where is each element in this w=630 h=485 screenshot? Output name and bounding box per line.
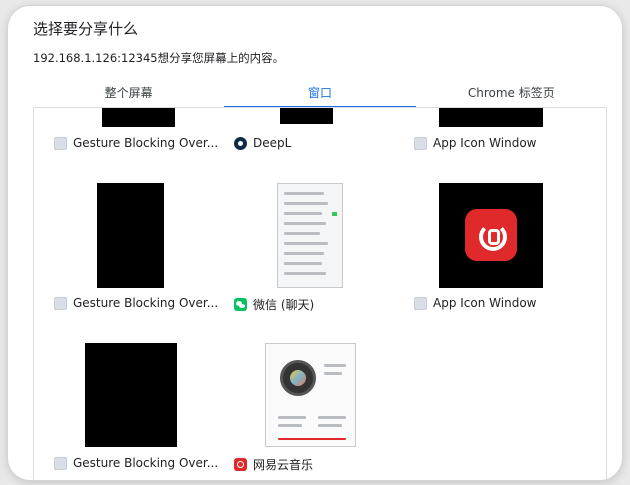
wechat-icon (234, 298, 247, 311)
placeholder-icon (414, 136, 427, 150)
window-item[interactable]: Gesture Blocking Over... (54, 456, 218, 470)
window-thumbnail[interactable] (277, 183, 343, 288)
window-thumbnail[interactable] (439, 108, 543, 127)
window-grid: Gesture Blocking Over... DeepL App Icon … (33, 107, 607, 480)
window-item[interactable]: App Icon Window (414, 136, 536, 150)
window-thumbnail[interactable] (102, 108, 175, 127)
share-picker-dialog: 选择要分享什么 192.168.1.126:12345想分享您屏幕上的内容。 整… (8, 6, 622, 480)
placeholder-icon (54, 456, 67, 470)
window-item-label: Gesture Blocking Over... (73, 456, 219, 470)
window-item[interactable]: App Icon Window (414, 296, 536, 310)
album-art (280, 360, 316, 396)
window-item[interactable]: Gesture Blocking Over... (54, 296, 218, 310)
window-thumbnail[interactable] (280, 108, 333, 124)
window-thumbnail[interactable] (265, 343, 356, 447)
window-thumbnail[interactable] (97, 183, 164, 288)
window-item-label: Gesture Blocking Over... (73, 136, 219, 150)
tab-entire-screen[interactable]: 整个屏幕 (33, 78, 224, 108)
tab-chrome-tab[interactable]: Chrome 标签页 (416, 78, 607, 108)
source-tabs: 整个屏幕 窗口 Chrome 标签页 (33, 78, 607, 108)
placeholder-icon (54, 296, 67, 310)
window-item-label: DeepL (253, 136, 292, 150)
window-item[interactable]: 微信 (聊天) (234, 296, 314, 313)
window-thumbnail[interactable] (439, 183, 543, 288)
netease-app-icon (465, 209, 517, 261)
placeholder-icon (54, 136, 67, 150)
deepl-icon (234, 136, 247, 150)
dialog-subtitle: 192.168.1.126:12345想分享您屏幕上的内容。 (33, 51, 285, 65)
window-item-label: 网易云音乐 (253, 458, 314, 472)
window-thumbnail[interactable] (85, 343, 177, 447)
window-item-label: App Icon Window (433, 296, 537, 310)
window-item-label: Gesture Blocking Over... (73, 296, 219, 310)
tab-window[interactable]: 窗口 (224, 78, 416, 108)
dialog-title: 选择要分享什么 (33, 20, 139, 38)
window-item[interactable]: DeepL (234, 136, 291, 150)
placeholder-icon (414, 296, 427, 310)
window-item-label: 微信 (聊天) (253, 298, 315, 312)
window-item[interactable]: Gesture Blocking Over... (54, 136, 218, 150)
window-item-label: App Icon Window (433, 136, 537, 150)
netease-music-icon (234, 458, 247, 471)
window-item[interactable]: 网易云音乐 (234, 456, 313, 473)
